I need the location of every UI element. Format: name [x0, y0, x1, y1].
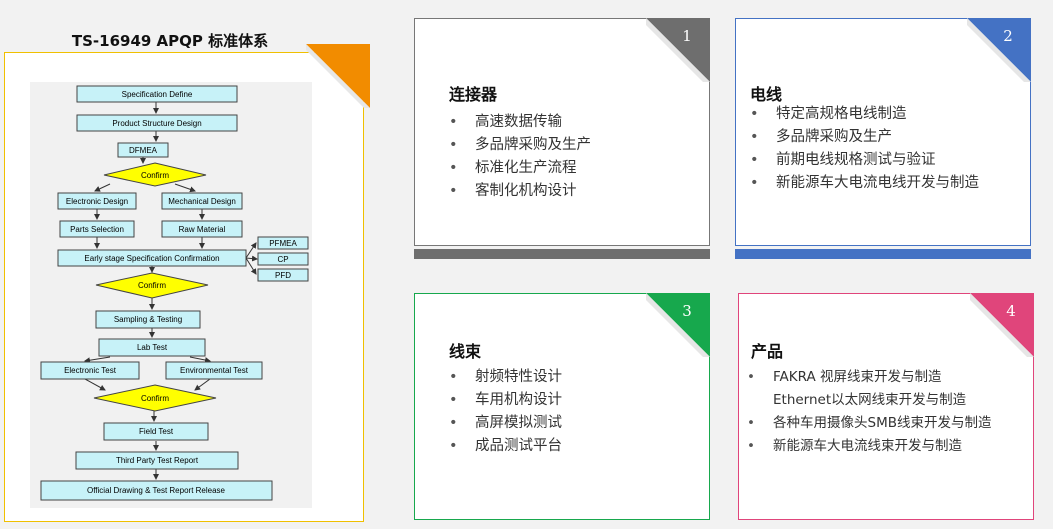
- box-field-test-label: Field Test: [139, 427, 174, 436]
- card-title: 产品: [751, 342, 784, 361]
- card-wire: 2 电线 • 特定高规格电线制造 • 多品牌采购及生产 • 前期电线规格测试与验证 •…: [735, 18, 1031, 246]
- box-sampling-testing-label: Sampling & Testing: [114, 315, 182, 324]
- box-raw-material-label: Raw Material: [179, 225, 226, 234]
- box-electronic-test-label: Electronic Test: [64, 366, 117, 375]
- diamond-confirm-1-label: Confirm: [141, 171, 169, 180]
- card-list: • FAKRA 视屏线束开发与制造 Ethernet以太网线束开发与制造 • 各种车…: [747, 366, 991, 458]
- card-title: 线束: [449, 342, 482, 361]
- list-item: • 多品牌采购及生产: [750, 129, 892, 145]
- card-number: 4: [1006, 302, 1016, 320]
- box-mechanical-design-label: Mechanical Design: [168, 197, 236, 206]
- box-early-stage-label: Early stage Specification Confirmation: [84, 254, 219, 263]
- box-pfd-label: PFD: [275, 271, 291, 280]
- card-title: 连接器: [449, 85, 498, 104]
- list-item: • 特定高规格电线制造: [750, 106, 907, 122]
- list-item: Ethernet以太网线束开发与制造: [773, 392, 967, 408]
- box-parts-selection-label: Parts Selection: [70, 225, 124, 234]
- list-item: • 新能源车大电流电线开发与制造: [750, 175, 979, 191]
- card-title: 电线: [750, 85, 783, 104]
- list-item: • FAKRA 视屏线束开发与制造: [747, 369, 942, 385]
- box-third-party-label: Third Party Test Report: [116, 456, 199, 465]
- list-item: • 高屏模拟测试: [449, 415, 562, 431]
- card-number: 1: [682, 27, 692, 45]
- card-list: • 射频特性设计 • 车用机构设计 • 高屏模拟测试 • 成品测试平台: [449, 366, 562, 458]
- box-product-structure-design-label: Product Structure Design: [112, 119, 201, 128]
- box-environmental-test-label: Environmental Test: [180, 366, 249, 375]
- box-dfmea-label: DFMEA: [129, 146, 158, 155]
- diamond-confirm-2-label: Confirm: [138, 281, 166, 290]
- list-item: • 前期电线规格测试与验证: [750, 152, 936, 168]
- apqp-flowchart: Specification Define Product Structure D…: [40, 85, 309, 501]
- list-item: • 成品测试平台: [449, 438, 562, 454]
- list-item: • 高速数据传输: [449, 114, 562, 130]
- list-item: • 各种车用摄像头SMB线束开发与制造: [747, 415, 992, 431]
- card-number: 3: [682, 302, 692, 320]
- list-item: • 车用机构设计: [449, 392, 562, 408]
- card-harness: 3 线束 • 射频特性设计 • 车用机构设计 • 高屏模拟测试 • 成品测试平台: [414, 293, 710, 520]
- box-electronic-design-label: Electronic Design: [66, 197, 128, 206]
- box-pfmea-label: PFMEA: [269, 239, 297, 248]
- list-item: • 标准化生产流程: [449, 160, 577, 176]
- list-item: • 射频特性设计: [449, 369, 562, 385]
- card-connector: 1 连接器 • 高速数据传输 • 多品牌采购及生产 • 标准化生产流程 • 客制化机构设…: [414, 18, 710, 246]
- box-official-release-label: Official Drawing & Test Report Release: [87, 486, 226, 495]
- list-item: • 多品牌采购及生产: [449, 137, 591, 153]
- card-wire-bar: [735, 249, 1031, 259]
- card-connector-bar: [414, 249, 710, 259]
- card-list: • 高速数据传输 • 多品牌采购及生产 • 标准化生产流程 • 客制化机构设计: [449, 111, 591, 203]
- box-specification-define-label: Specification Define: [122, 90, 193, 99]
- list-item: • 客制化机构设计: [449, 183, 577, 199]
- card-number: 2: [1003, 27, 1013, 45]
- box-lab-test-label: Lab Test: [137, 343, 168, 352]
- list-item: • 新能源车大电流线束开发与制造: [747, 438, 962, 454]
- card-list: • 特定高规格电线制造 • 多品牌采购及生产 • 前期电线规格测试与验证 • 新能源车大…: [750, 103, 979, 195]
- card-product: 4 产品 • FAKRA 视屏线束开发与制造 Ethernet以太网线束开发与制造…: [738, 293, 1034, 520]
- diamond-confirm-3-label: Confirm: [141, 394, 169, 403]
- box-cp-label: CP: [277, 255, 288, 264]
